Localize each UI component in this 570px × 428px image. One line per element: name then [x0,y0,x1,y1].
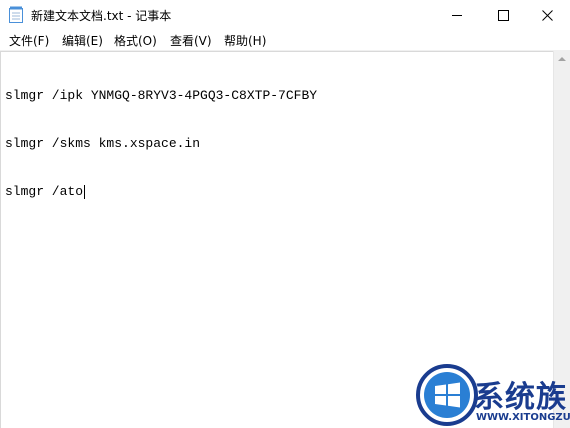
menu-edit[interactable]: 编辑(E) [61,32,104,49]
close-icon [541,9,553,21]
text-caret [84,185,86,199]
menu-help[interactable]: 帮助(H) [223,32,267,49]
menu-file[interactable]: 文件(F) [8,32,50,49]
maximize-button[interactable] [480,0,526,30]
editor-line: slmgr /ato [5,184,86,199]
minimize-button[interactable] [434,0,480,30]
notepad-window: 新建文本文档.txt - 记事本 文件(F) 编辑(E) 格式(O) 查看(V)… [0,0,570,428]
menu-view[interactable]: 查看(V) [169,32,213,49]
minimize-icon [451,14,462,16]
watermark-logo: 系统族 WWW.XITONGZU.COM [400,364,570,428]
title-bar[interactable]: 新建文本文档.txt - 记事本 [0,0,570,30]
editor-line: slmgr /skms kms.xspace.in [5,136,201,151]
close-button[interactable] [524,0,570,30]
menu-format[interactable]: 格式(O) [113,32,158,49]
window-title: 新建文本文档.txt - 记事本 [31,9,172,23]
watermark-url: WWW.XITONGZU.COM [476,412,570,423]
editor-line: slmgr /ipk YNMGQ-8RYV3-4PGQ3-C8XTP-7CFBY [5,88,318,103]
maximize-icon [497,9,509,21]
menu-bar: 文件(F) 编辑(E) 格式(O) 查看(V) 帮助(H) [0,30,570,51]
watermark-brand: 系统族 [474,380,567,415]
scroll-up-arrow-icon[interactable] [558,57,566,61]
editor-content[interactable]: slmgr /ipk YNMGQ-8RYV3-4PGQ3-C8XTP-7CFBY… [5,56,317,232]
windows-logo-icon [416,364,478,426]
notepad-icon[interactable] [9,6,23,23]
